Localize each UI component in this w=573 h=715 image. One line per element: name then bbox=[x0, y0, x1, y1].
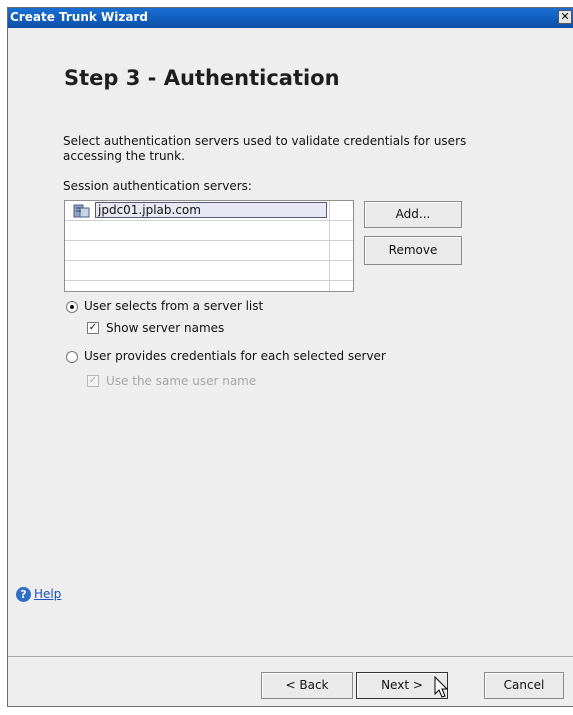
window-title: Create Trunk Wizard bbox=[10, 10, 148, 24]
close-button[interactable]: ✕ bbox=[558, 10, 572, 24]
provide-credentials-label: User provides credentials for each selec… bbox=[84, 349, 386, 363]
provide-credentials-radio[interactable] bbox=[66, 351, 78, 363]
close-icon: ✕ bbox=[560, 10, 570, 23]
cancel-button[interactable]: Cancel bbox=[484, 672, 564, 699]
add-button[interactable]: Add... bbox=[364, 201, 462, 228]
list-item[interactable] bbox=[65, 241, 353, 261]
show-server-names-label: Show server names bbox=[106, 321, 225, 335]
page-description: Select authentication servers used to va… bbox=[63, 134, 467, 163]
server-list-radio[interactable] bbox=[66, 301, 78, 313]
footer-divider bbox=[8, 656, 573, 657]
same-user-name-label: Use the same user name bbox=[106, 374, 257, 388]
help-icon[interactable]: ? bbox=[16, 587, 31, 602]
server-list-radio-label: User selects from a server list bbox=[84, 299, 264, 313]
mouse-cursor-icon bbox=[434, 676, 449, 698]
wizard-window: Create Trunk Wizard ✕ Step 3 - Authentic… bbox=[7, 7, 573, 707]
show-server-names-checkbox[interactable]: ✓ bbox=[87, 322, 99, 334]
list-item[interactable] bbox=[65, 221, 353, 241]
title-bar[interactable]: Create Trunk Wizard ✕ bbox=[8, 8, 573, 28]
servers-list-label: Session authentication servers: bbox=[63, 179, 252, 193]
server-name: jpdc01.jplab.com bbox=[95, 202, 327, 218]
help-link[interactable]: Help bbox=[34, 587, 61, 601]
server-icon bbox=[73, 204, 90, 218]
page-title: Step 3 - Authentication bbox=[64, 66, 340, 90]
same-user-name-checkbox: ✓ bbox=[87, 375, 99, 387]
list-item[interactable] bbox=[65, 261, 353, 281]
back-button[interactable]: < Back bbox=[261, 672, 353, 699]
list-item[interactable]: jpdc01.jplab.com bbox=[65, 201, 353, 221]
servers-listbox[interactable]: jpdc01.jplab.com bbox=[64, 200, 354, 292]
remove-button[interactable]: Remove bbox=[364, 236, 462, 265]
